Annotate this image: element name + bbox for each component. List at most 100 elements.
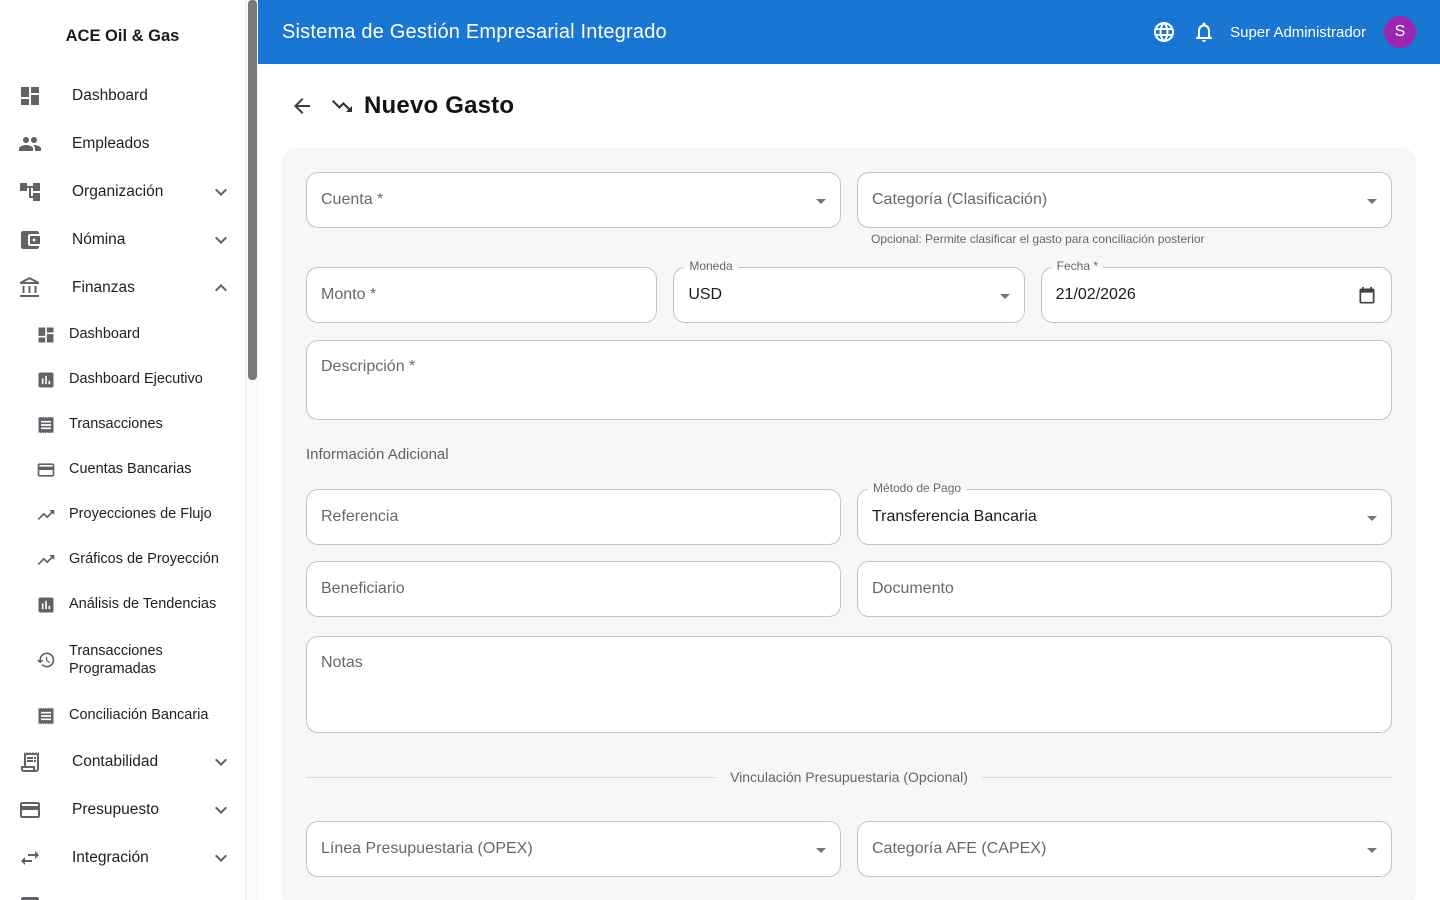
bar-chart-icon bbox=[18, 894, 42, 900]
dashboard-icon bbox=[18, 84, 42, 108]
sidebar-subitem-graficos-proyeccion[interactable]: Gráficos de Proyección bbox=[0, 537, 245, 582]
dashboard-icon bbox=[36, 325, 56, 345]
sidebar-scrollbar[interactable] bbox=[245, 0, 258, 900]
credit-card-icon bbox=[36, 460, 56, 480]
app-root: ACE Oil & Gas Dashboard Empleados Organi… bbox=[0, 0, 1440, 900]
form-row-3: Descripción * bbox=[306, 340, 1392, 420]
section-informacion-adicional: Información Adicional bbox=[306, 446, 1392, 463]
sidebar-subitem-transacciones[interactable]: Transacciones bbox=[0, 402, 245, 447]
page-header: Nuevo Gasto bbox=[282, 86, 1416, 126]
wallet-icon bbox=[18, 228, 42, 252]
history-icon bbox=[36, 650, 56, 670]
sidebar-item-finanzas[interactable]: Finanzas bbox=[0, 264, 245, 312]
sidebar-item-dashboard[interactable]: Dashboard bbox=[0, 72, 245, 120]
form-row-4: Referencia Método de Pago Transferencia … bbox=[306, 489, 1392, 545]
page-title: Nuevo Gasto bbox=[364, 92, 514, 120]
user-name: Super Administrador bbox=[1230, 24, 1366, 41]
divider-line bbox=[982, 777, 1392, 778]
descripcion-textarea[interactable]: Descripción * bbox=[306, 340, 1392, 420]
credit-card-icon bbox=[18, 798, 42, 822]
metodo-pago-select[interactable]: Método de Pago Transferencia Bancaria bbox=[857, 489, 1392, 545]
appbar-title: Sistema de Gestión Empresarial Integrado bbox=[282, 21, 667, 44]
vinculacion-divider: Vinculación Presupuestaria (Opcional) bbox=[306, 769, 1392, 785]
linea-presupuestaria-select[interactable]: Línea Presupuestaria (OPEX) bbox=[306, 821, 841, 877]
moneda-label: Moneda bbox=[684, 259, 737, 273]
chevron-up-icon bbox=[209, 276, 233, 300]
categoria-afe-select[interactable]: Categoría AFE (CAPEX) bbox=[857, 821, 1392, 877]
dropdown-caret-icon bbox=[1360, 506, 1384, 530]
sidebar-subitem-transacciones-programadas[interactable]: Transacciones Programadas bbox=[0, 627, 245, 693]
dropdown-caret-icon bbox=[1360, 838, 1384, 862]
sidebar-subitem-analisis-tendencias[interactable]: Análisis de Tendencias bbox=[0, 582, 245, 627]
sidebar-subitem-dashboard-ejecutivo[interactable]: Dashboard Ejecutivo bbox=[0, 357, 245, 402]
sidebar-subitem-conciliacion-bancaria[interactable]: Conciliación Bancaria bbox=[0, 693, 245, 738]
chevron-down-icon bbox=[209, 798, 233, 822]
metodo-pago-value: Transferencia Bancaria bbox=[872, 508, 1037, 526]
documento-input[interactable]: Documento bbox=[857, 561, 1392, 617]
fecha-value: 21/02/2026 bbox=[1056, 286, 1136, 304]
sidebar-subitem-cuentas-bancarias[interactable]: Cuentas Bancarias bbox=[0, 447, 245, 492]
sidebar-item-presupuesto[interactable]: Presupuesto bbox=[0, 786, 245, 834]
categoria-cell: Categoría (Clasificación) Opcional: Perm… bbox=[857, 172, 1392, 246]
chevron-down-icon bbox=[209, 180, 233, 204]
sidebar-item-integracion[interactable]: Integración bbox=[0, 834, 245, 882]
divider-label: Vinculación Presupuestaria (Opcional) bbox=[716, 769, 982, 785]
beneficiario-input[interactable]: Beneficiario bbox=[306, 561, 841, 617]
people-icon bbox=[18, 132, 42, 156]
sidebar-item-label: Transacciones bbox=[69, 415, 163, 433]
sidebar-item-label: Nómina bbox=[72, 230, 125, 249]
chevron-down-icon bbox=[209, 228, 233, 252]
sidebar-item-label: Gráficos de Proyección bbox=[69, 550, 219, 568]
sidebar-item-label: Cuentas Bancarias bbox=[69, 460, 192, 478]
cuenta-label: Cuenta * bbox=[321, 191, 383, 209]
metodo-pago-label: Método de Pago bbox=[868, 481, 966, 495]
sidebar-item-label: Dashboard Ejecutivo bbox=[69, 370, 203, 388]
sidebar-item-label: Finanzas bbox=[72, 278, 135, 297]
sidebar-item-label: Proyecciones de Flujo bbox=[69, 505, 212, 523]
sidebar-item-label: Conciliación Bancaria bbox=[69, 706, 208, 724]
categoria-helper-text: Opcional: Permite clasificar el gasto pa… bbox=[871, 232, 1378, 246]
back-button[interactable] bbox=[282, 86, 322, 126]
dropdown-caret-icon bbox=[809, 189, 833, 213]
avatar[interactable]: S bbox=[1384, 16, 1416, 48]
dropdown-caret-icon bbox=[993, 284, 1017, 308]
referencia-label: Referencia bbox=[321, 508, 398, 526]
sidebar-item-label: Integración bbox=[72, 848, 149, 867]
dropdown-caret-icon bbox=[809, 838, 833, 862]
sidebar-item-empleados[interactable]: Empleados bbox=[0, 120, 245, 168]
sidebar-item-label: Contabilidad bbox=[72, 752, 158, 771]
form-row-5: Beneficiario Documento bbox=[306, 561, 1392, 617]
sidebar-item-label: Dashboard bbox=[72, 86, 148, 105]
referencia-input[interactable]: Referencia bbox=[306, 489, 841, 545]
expense-form-card: Cuenta * Categoría (Clasificación) Opcio… bbox=[282, 148, 1416, 900]
moneda-select[interactable]: Moneda USD bbox=[673, 267, 1024, 323]
notas-textarea[interactable]: Notas bbox=[306, 636, 1392, 733]
categoria-select[interactable]: Categoría (Clasificación) bbox=[857, 172, 1392, 228]
sidebar-item-organizacion[interactable]: Organización bbox=[0, 168, 245, 216]
fecha-input[interactable]: Fecha * 21/02/2026 bbox=[1041, 267, 1392, 323]
receipt-icon bbox=[36, 706, 56, 726]
bank-icon bbox=[18, 276, 42, 300]
appbar: Sistema de Gestión Empresarial Integrado… bbox=[258, 0, 1440, 64]
linea-presupuestaria-label: Línea Presupuestaria (OPEX) bbox=[321, 840, 533, 858]
sidebar-scrollbar-thumb[interactable] bbox=[248, 0, 257, 380]
appbar-actions: Super Administrador S bbox=[1144, 12, 1416, 52]
cuenta-select[interactable]: Cuenta * bbox=[306, 172, 841, 228]
monto-input[interactable]: Monto * bbox=[306, 267, 657, 323]
monto-label: Monto * bbox=[321, 286, 376, 304]
language-button[interactable] bbox=[1144, 12, 1184, 52]
notifications-button[interactable] bbox=[1184, 12, 1224, 52]
sidebar-nav: Dashboard Empleados Organización Nómina … bbox=[0, 72, 245, 900]
sidebar-item-nomina[interactable]: Nómina bbox=[0, 216, 245, 264]
form-row-1: Cuenta * Categoría (Clasificación) Opcio… bbox=[306, 172, 1392, 246]
sidebar-subitem-proyecciones-flujo[interactable]: Proyecciones de Flujo bbox=[0, 492, 245, 537]
trending-down-icon bbox=[330, 94, 354, 118]
bar-chart-icon bbox=[36, 370, 56, 390]
sidebar-subitem-dashboard[interactable]: Dashboard bbox=[0, 312, 245, 357]
arrow-back-icon bbox=[290, 94, 314, 118]
trending-up-icon bbox=[36, 505, 56, 525]
sidebar-item-partial[interactable] bbox=[0, 882, 245, 900]
receipt-icon bbox=[36, 415, 56, 435]
calendar-icon[interactable] bbox=[1357, 286, 1377, 306]
sidebar-item-contabilidad[interactable]: Contabilidad bbox=[0, 738, 245, 786]
